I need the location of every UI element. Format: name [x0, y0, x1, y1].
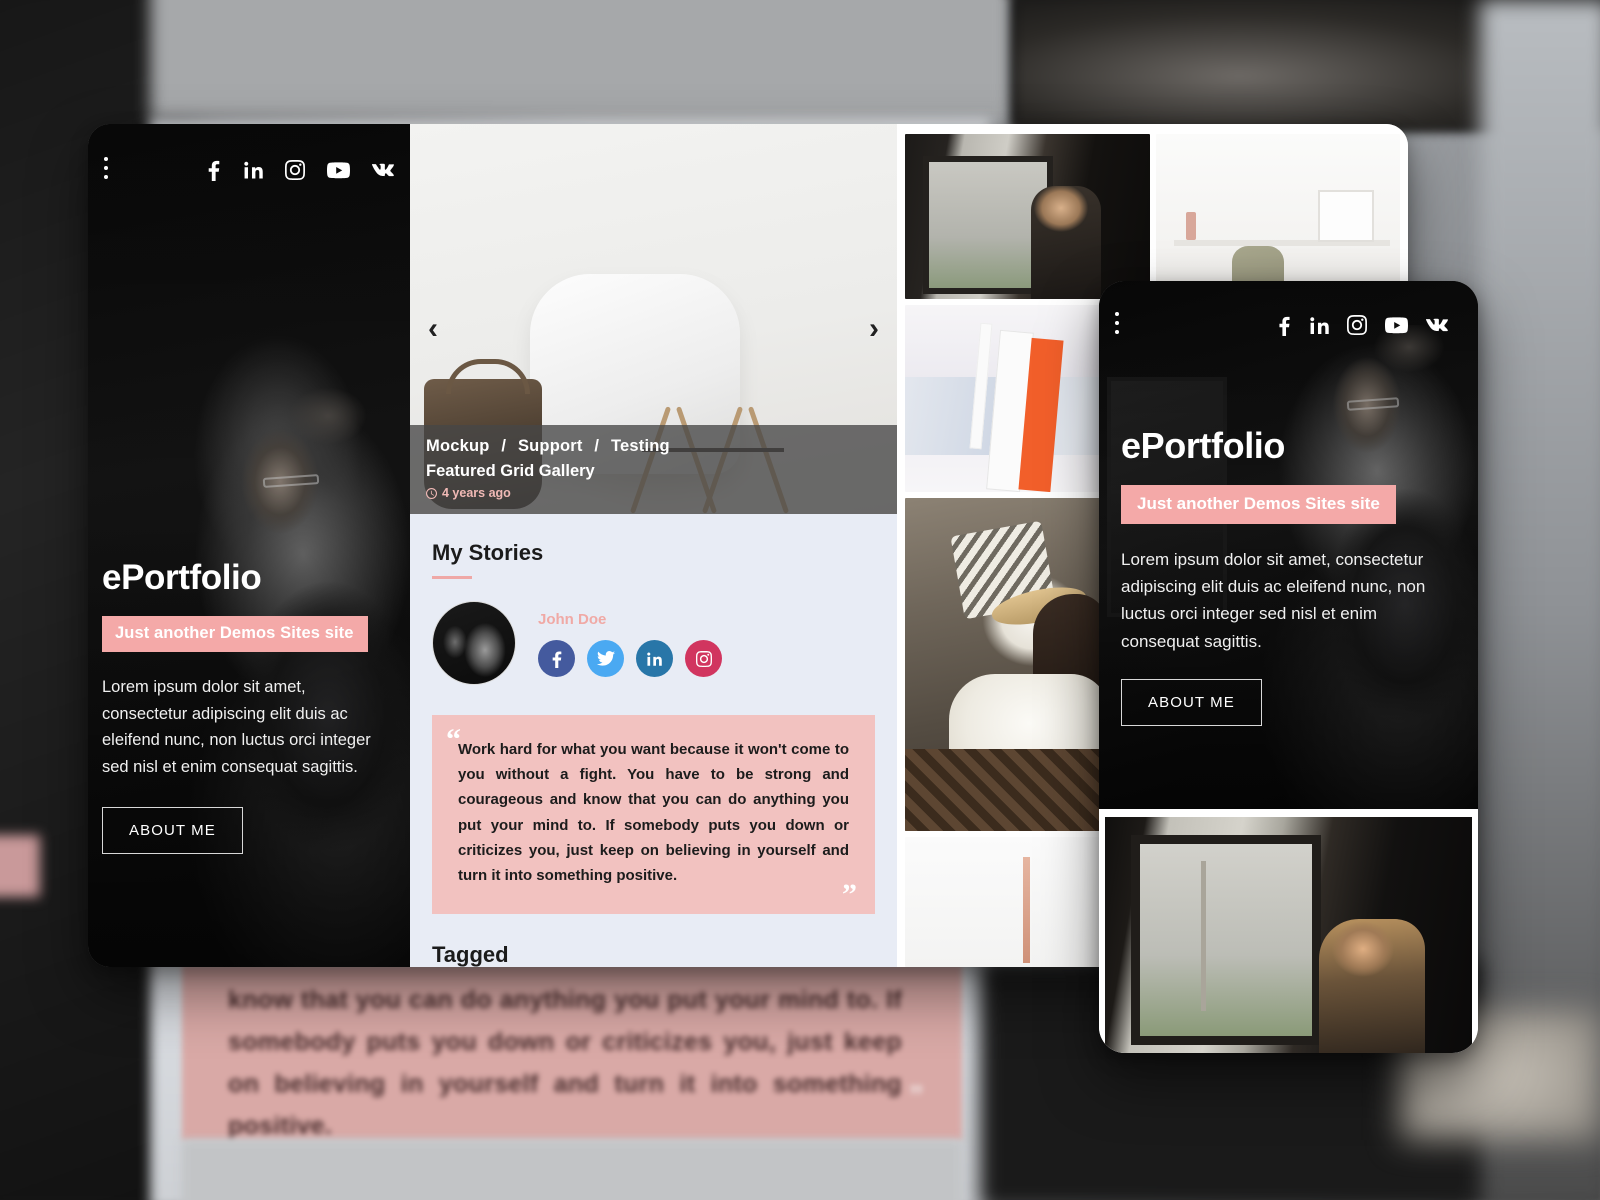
featured-carousel: ‹ › Mockup / Support / Testing Featured …	[410, 124, 897, 514]
carousel-categories: Mockup / Support / Testing	[426, 437, 881, 456]
facebook-icon[interactable]	[206, 159, 222, 181]
phone-hero-panel: ePortfolio Just another Demos Sites site…	[1099, 281, 1478, 809]
linkedin-share-button[interactable]	[636, 640, 673, 677]
instagram-icon[interactable]	[285, 160, 305, 180]
tagline-badge: Just another Demos Sites site	[1121, 485, 1396, 524]
twitter-share-button[interactable]	[587, 640, 624, 677]
hero-description: Lorem ipsum dolor sit amet, consectetur …	[1121, 550, 1426, 651]
category-link-testing[interactable]: Testing	[611, 437, 670, 455]
phone-screenshot-section	[1099, 809, 1478, 1053]
phone-topbar	[1099, 281, 1478, 341]
linkedin-icon[interactable]	[244, 159, 263, 181]
backdrop-grey-strip	[182, 1140, 962, 1200]
story-author-meta: John Doe	[538, 609, 722, 677]
backdrop-ghost-quote-mark: ”	[908, 1079, 924, 1113]
carousel-post-meta: 4 years ago	[426, 486, 881, 500]
youtube-icon[interactable]	[1385, 316, 1408, 334]
heading-underline	[432, 576, 472, 579]
tablet-hero-panel: ePortfolio Just another Demos Sites site…	[88, 124, 410, 967]
carousel-next-button[interactable]: ›	[869, 314, 879, 344]
category-separator: /	[501, 437, 507, 455]
avatar	[432, 601, 516, 685]
phone-social-links	[1277, 315, 1448, 336]
tablet-topbar	[88, 124, 410, 186]
page-title: ePortfolio	[1121, 425, 1285, 466]
tablet-content-column: ‹ › Mockup / Support / Testing Featured …	[410, 124, 897, 967]
carousel-post-title[interactable]: Featured Grid Gallery	[426, 462, 881, 481]
carousel-post-time: 4 years ago	[442, 486, 511, 500]
facebook-share-button[interactable]	[538, 640, 575, 677]
facebook-icon[interactable]	[1277, 315, 1292, 336]
about-me-button[interactable]: ABOUT ME	[102, 806, 243, 854]
phone-photo-window-woman[interactable]	[1105, 817, 1472, 1053]
category-separator: /	[594, 437, 600, 455]
linkedin-icon[interactable]	[1310, 315, 1329, 336]
tablet-hero-content: ePortfolio Just another Demos Sites site…	[88, 558, 410, 854]
quote-close-mark: ”	[842, 878, 857, 912]
story-share-buttons	[538, 640, 722, 677]
backdrop-grey-top	[150, 0, 1010, 120]
page-title: ePortfolio	[102, 558, 262, 597]
phone-hero-content: ePortfolio Just another Demos Sites site…	[1099, 425, 1478, 726]
quote-text: Work hard for what you want because it w…	[458, 741, 849, 884]
clock-icon	[426, 487, 437, 499]
backdrop-ghost-quote: know that you can do anything you put yo…	[182, 965, 962, 1140]
my-stories-section: My Stories John Doe	[410, 514, 897, 685]
hamburger-list-icon[interactable]	[102, 154, 174, 186]
vk-icon[interactable]	[1426, 318, 1448, 332]
category-link-mockup[interactable]: Mockup	[426, 437, 490, 455]
story-author-row: John Doe	[432, 601, 875, 685]
quote-open-mark: “	[446, 723, 461, 756]
quote-block: “ Work hard for what you want because it…	[432, 715, 875, 915]
category-link-support[interactable]: Support	[518, 437, 583, 455]
about-me-button[interactable]: ABOUT ME	[1121, 678, 1262, 726]
hero-description: Lorem ipsum dolor sit amet, consectetur …	[102, 678, 371, 777]
instagram-share-button[interactable]	[685, 640, 722, 677]
phone-mockup: ePortfolio Just another Demos Sites site…	[1099, 281, 1478, 1053]
backdrop-ghost-quote-text: know that you can do anything you put yo…	[228, 986, 902, 1140]
youtube-icon[interactable]	[327, 161, 350, 179]
tagged-section: Tagged	[410, 914, 897, 967]
gallery-photo-window-woman[interactable]	[905, 134, 1150, 299]
carousel-prev-button[interactable]: ‹	[428, 314, 438, 344]
my-stories-heading: My Stories	[432, 540, 544, 565]
tagline-badge: Just another Demos Sites site	[102, 616, 368, 652]
backdrop-pink-left	[0, 835, 40, 897]
story-author-name[interactable]: John Doe	[538, 611, 722, 628]
instagram-icon[interactable]	[1347, 315, 1367, 335]
carousel-caption: Mockup / Support / Testing Featured Grid…	[410, 425, 897, 514]
tablet-social-links	[206, 159, 394, 181]
tagged-heading: Tagged	[432, 942, 509, 967]
hamburger-list-icon[interactable]	[1113, 309, 1185, 341]
vk-icon[interactable]	[372, 163, 394, 177]
